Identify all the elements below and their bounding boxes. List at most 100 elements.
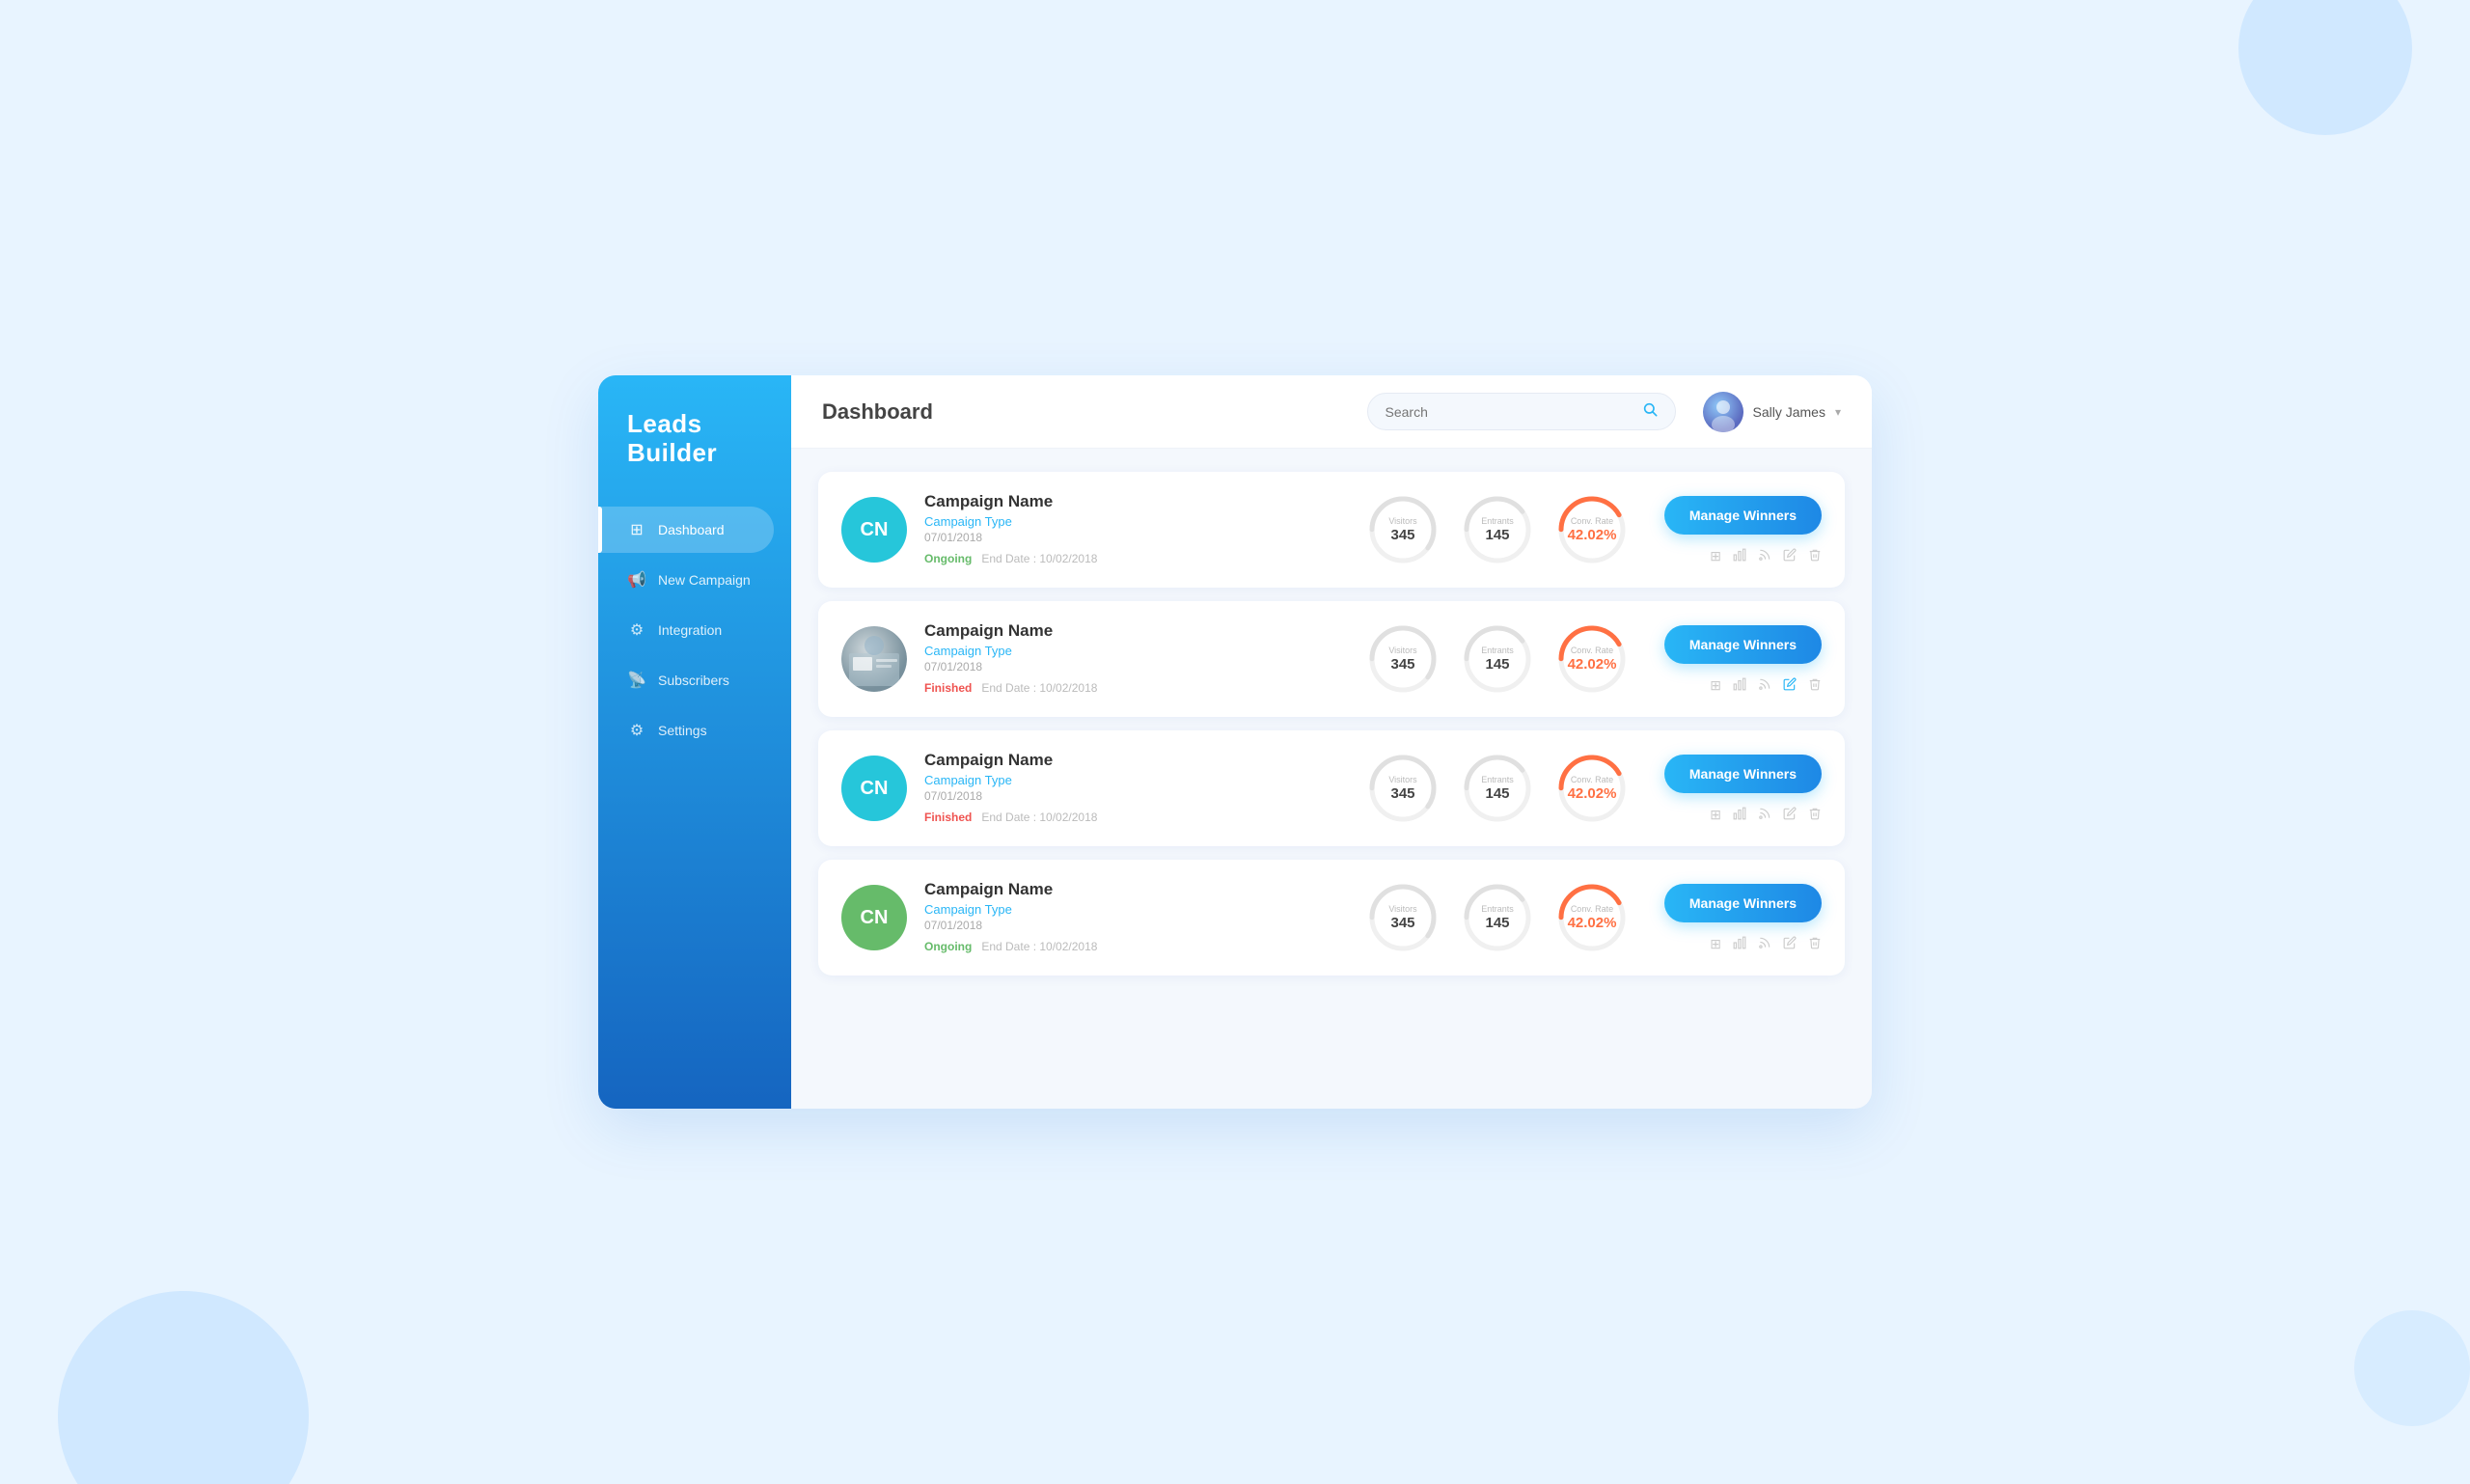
main-content: Dashboard (791, 375, 1872, 1109)
campaign-card: CN Campaign Name Campaign Type 07/01/201… (818, 472, 1845, 588)
chart-icon[interactable] (1733, 807, 1746, 823)
campaign-end-date: End Date : 10/02/2018 (981, 552, 1097, 565)
grid-icon[interactable]: ⊞ (1710, 677, 1721, 694)
user-name: Sally James (1753, 404, 1825, 420)
visitors-label: Visitors (1388, 646, 1416, 656)
campaign-name: Campaign Name (924, 880, 1347, 899)
visitors-label: Visitors (1388, 516, 1416, 527)
conv-rate-label: Conv. Rate (1571, 646, 1613, 656)
stat-conv-rate: Conv. Rate 42.02% (1553, 620, 1631, 698)
entrants-ring: Entrants 145 (1459, 620, 1536, 698)
subscribers-icon: 📡 (627, 671, 646, 690)
campaign-status-line: Finished End Date : 10/02/2018 (924, 679, 1347, 697)
conv-rate-ring: Conv. Rate 42.02% (1553, 491, 1631, 568)
stat-visitors: Visitors 345 (1364, 750, 1441, 827)
edit-icon[interactable] (1783, 936, 1797, 952)
grid-icon[interactable]: ⊞ (1710, 807, 1721, 823)
entrants-ring: Entrants 145 (1459, 879, 1536, 956)
visitors-ring: Visitors 345 (1364, 491, 1441, 568)
campaign-name: Campaign Name (924, 492, 1347, 511)
entrants-ring: Entrants 145 (1459, 750, 1536, 827)
stat-visitors: Visitors 345 (1364, 491, 1441, 568)
sidebar-item-new-campaign[interactable]: 📢 New Campaign (598, 557, 774, 603)
sidebar-nav: ⊞ Dashboard 📢 New Campaign ⚙ Integration… (598, 507, 791, 754)
delete-icon[interactable] (1808, 807, 1822, 823)
campaign-status-line: Ongoing End Date : 10/02/2018 (924, 938, 1347, 955)
chart-icon[interactable] (1733, 936, 1746, 952)
sidebar-item-subscribers[interactable]: 📡 Subscribers (598, 657, 774, 703)
entrants-label: Entrants (1481, 516, 1514, 527)
grid-icon[interactable]: ⊞ (1710, 548, 1721, 564)
visitors-value: 345 (1390, 785, 1414, 802)
entrants-label: Entrants (1481, 904, 1514, 915)
entrants-value: 145 (1485, 915, 1509, 931)
campaign-card: Campaign Name Campaign Type 07/01/2018 F… (818, 601, 1845, 717)
visitors-value: 345 (1390, 915, 1414, 931)
status-badge: Ongoing (924, 938, 972, 955)
edit-icon[interactable] (1783, 807, 1797, 823)
bg-decoration-3 (2354, 1310, 2470, 1426)
action-icons: ⊞ (1710, 807, 1822, 823)
rss-icon[interactable] (1758, 936, 1771, 952)
stat-conv-rate: Conv. Rate 42.02% (1553, 879, 1631, 956)
manage-winners-button[interactable]: Manage Winners (1664, 625, 1822, 664)
bg-decoration-2 (58, 1291, 309, 1484)
entrants-label: Entrants (1481, 646, 1514, 656)
edit-icon[interactable] (1783, 677, 1797, 694)
sidebar: Leads Builder ⊞ Dashboard 📢 New Campaign… (598, 375, 791, 1109)
manage-winners-button[interactable]: Manage Winners (1664, 496, 1822, 535)
campaign-date: 07/01/2018 (924, 919, 1347, 932)
sidebar-label-settings: Settings (658, 723, 707, 738)
entrants-ring: Entrants 145 (1459, 491, 1536, 568)
campaign-avatar (841, 626, 907, 692)
campaign-type: Campaign Type (924, 902, 1347, 917)
campaign-avatar: CN (841, 756, 907, 821)
chart-icon[interactable] (1733, 677, 1746, 694)
rss-icon[interactable] (1758, 677, 1771, 694)
visitors-ring: Visitors 345 (1364, 750, 1441, 827)
rss-icon[interactable] (1758, 548, 1771, 564)
conv-rate-value: 42.02% (1568, 656, 1617, 673)
campaign-type: Campaign Type (924, 773, 1347, 787)
campaign-date: 07/01/2018 (924, 531, 1347, 544)
entrants-label: Entrants (1481, 775, 1514, 785)
status-badge: Ongoing (924, 550, 972, 567)
visitors-value: 345 (1390, 527, 1414, 543)
sidebar-item-dashboard[interactable]: ⊞ Dashboard (598, 507, 774, 553)
campaign-end-date: End Date : 10/02/2018 (981, 940, 1097, 953)
conv-rate-label: Conv. Rate (1571, 904, 1613, 915)
stat-conv-rate: Conv. Rate 42.02% (1553, 491, 1631, 568)
search-bar[interactable] (1367, 393, 1676, 430)
manage-winners-button[interactable]: Manage Winners (1664, 884, 1822, 922)
sidebar-item-integration[interactable]: ⚙ Integration (598, 607, 774, 653)
grid-icon[interactable]: ⊞ (1710, 936, 1721, 952)
sidebar-label-subscribers: Subscribers (658, 673, 729, 688)
status-badge: Finished (924, 679, 972, 697)
delete-icon[interactable] (1808, 936, 1822, 952)
campaign-card: CN Campaign Name Campaign Type 07/01/201… (818, 860, 1845, 976)
sidebar-item-settings[interactable]: ⚙ Settings (598, 707, 774, 754)
manage-winners-button[interactable]: Manage Winners (1664, 755, 1822, 793)
search-input[interactable] (1386, 404, 1633, 420)
campaign-status-line: Ongoing End Date : 10/02/2018 (924, 550, 1347, 567)
campaign-actions: Manage Winners ⊞ (1648, 884, 1822, 952)
campaign-stats: Visitors 345 Entrants 145 (1364, 750, 1631, 827)
delete-icon[interactable] (1808, 548, 1822, 564)
stat-entrants: Entrants 145 (1459, 620, 1536, 698)
entrants-value: 145 (1485, 527, 1509, 543)
entrants-value: 145 (1485, 656, 1509, 673)
campaign-info: Campaign Name Campaign Type 07/01/2018 F… (924, 751, 1347, 826)
edit-icon[interactable] (1783, 548, 1797, 564)
sidebar-label-new-campaign: New Campaign (658, 572, 751, 588)
campaign-date: 07/01/2018 (924, 660, 1347, 673)
chart-icon[interactable] (1733, 548, 1746, 564)
conv-rate-ring: Conv. Rate 42.02% (1553, 750, 1631, 827)
visitors-label: Visitors (1388, 904, 1416, 915)
campaign-actions: Manage Winners ⊞ (1648, 496, 1822, 564)
conv-rate-label: Conv. Rate (1571, 775, 1613, 785)
delete-icon[interactable] (1808, 677, 1822, 694)
user-info[interactable]: Sally James ▾ (1703, 392, 1842, 432)
visitors-ring: Visitors 345 (1364, 620, 1441, 698)
action-icons: ⊞ (1710, 548, 1822, 564)
rss-icon[interactable] (1758, 807, 1771, 823)
